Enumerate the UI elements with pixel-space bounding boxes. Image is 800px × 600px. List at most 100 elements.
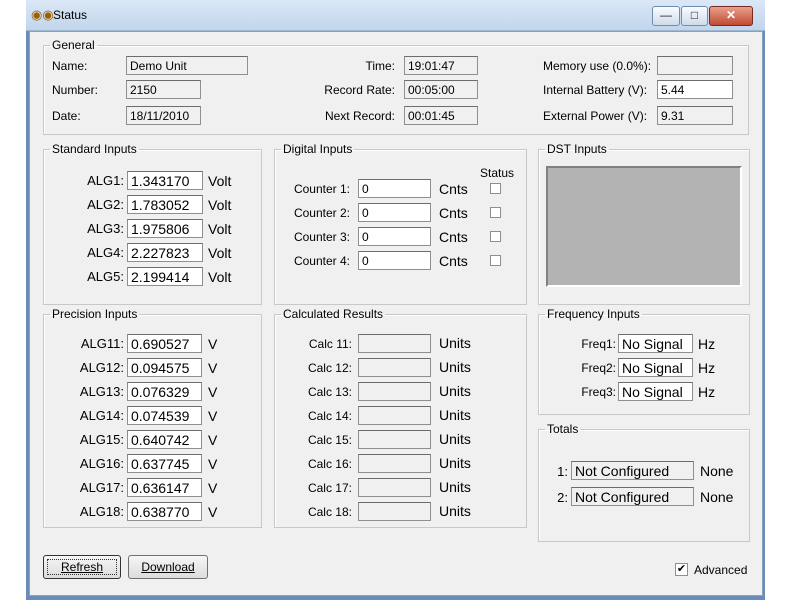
precision-input-unit: V [208, 432, 218, 448]
precision-input-value: 0.636147 [127, 478, 202, 497]
precision-input-label: ALG11: [80, 336, 124, 351]
number-field: 2150 [126, 80, 201, 99]
calc-value [358, 430, 431, 449]
precision-input-value: 0.074539 [127, 406, 202, 425]
precision-input-label: ALG17: [79, 480, 124, 495]
precision-input-unit: V [208, 384, 218, 400]
record-rate-label: Record Rate: [324, 83, 395, 97]
next-record-label: Next Record: [324, 109, 395, 123]
calc-label: Calc 16: [307, 457, 352, 471]
precision-input-value: 0.094575 [127, 358, 202, 377]
counter-unit: Cnts [439, 205, 468, 221]
calc-value [358, 382, 431, 401]
counter-status-checkbox[interactable] [490, 207, 501, 218]
counter-label: Counter 3: [293, 230, 350, 244]
standard-input-value: 2.199414 [127, 267, 203, 286]
precision-inputs-legend: Precision Inputs [52, 307, 138, 321]
standard-input-value: 2.227823 [127, 243, 203, 262]
frequency-value: No Signal [618, 382, 693, 401]
frequency-label: Freq3: [581, 385, 616, 399]
standard-input-label: ALG5: [87, 269, 124, 284]
standard-input-unit: Volt [208, 245, 232, 261]
calc-value [358, 502, 431, 521]
time-field: 19:01:47 [404, 56, 478, 75]
time-label: Time: [365, 59, 395, 73]
precision-input-value: 0.076329 [127, 382, 202, 401]
frequency-value: No Signal [618, 334, 693, 353]
total-value: Not Configured [571, 487, 694, 506]
precision-input-unit: V [208, 456, 218, 472]
precision-input-label: ALG18: [79, 504, 124, 519]
counter-label: Counter 1: [293, 182, 350, 196]
counter-status-checkbox[interactable] [490, 183, 501, 194]
standard-input-label: ALG3: [87, 221, 124, 236]
minimize-button[interactable]: — [652, 6, 680, 26]
status-window: ◉◉ Status — □ ✕ General Name: Demo Unit … [26, 0, 765, 600]
status-header: Status [480, 166, 515, 180]
counter-unit: Cnts [439, 253, 468, 269]
download-button-label: Download [141, 560, 195, 574]
standard-input-label: ALG2: [87, 197, 124, 212]
maximize-button[interactable]: □ [681, 6, 708, 26]
counter-label: Counter 4: [293, 254, 350, 268]
calc-value [358, 358, 431, 377]
calc-unit: Units [439, 479, 471, 495]
advanced-checkbox[interactable]: ✔ [675, 563, 688, 576]
calc-unit: Units [439, 455, 471, 471]
record-rate-field: 00:05:00 [404, 80, 478, 99]
date-field: 18/11/2010 [126, 106, 201, 125]
counter-value: 0 [358, 203, 431, 222]
refresh-button[interactable]: Refresh [43, 555, 121, 579]
internal-battery-label: Internal Battery (V): [543, 83, 648, 97]
frequency-unit: Hz [698, 336, 716, 352]
calc-label: Calc 14: [307, 409, 352, 423]
calc-value [358, 454, 431, 473]
focus-rect [47, 559, 117, 575]
total-unit: None [700, 463, 734, 479]
standard-input-label: ALG1: [87, 173, 124, 188]
external-power-label: External Power (V): [543, 109, 648, 123]
total-value: Not Configured [571, 461, 694, 480]
total-label: 2: [557, 490, 568, 505]
memory-use-label: Memory use (0.0%): [543, 59, 652, 73]
calc-value [358, 406, 431, 425]
calc-label: Calc 15: [307, 433, 352, 447]
standard-input-value: 1.783052 [127, 195, 203, 214]
precision-input-value: 0.640742 [127, 430, 202, 449]
status-panel: General Name: Demo Unit Number: 2150 Dat… [29, 31, 763, 596]
frequency-inputs-legend: Frequency Inputs [547, 307, 640, 321]
standard-input-value: 1.343170 [127, 171, 203, 190]
calc-label: Calc 12: [307, 361, 352, 375]
standard-input-unit: Volt [208, 197, 232, 213]
precision-input-unit: V [208, 480, 218, 496]
glasses-icon: ◉◉ [31, 7, 54, 22]
counter-status-checkbox[interactable] [490, 231, 501, 242]
standard-input-unit: Volt [208, 269, 232, 285]
counter-label: Counter 2: [293, 206, 350, 220]
dst-inputs-legend: DST Inputs [547, 142, 607, 156]
counter-unit: Cnts [439, 229, 468, 245]
general-legend: General [52, 38, 95, 52]
precision-input-value: 0.690527 [127, 334, 202, 353]
name-field: Demo Unit [126, 56, 248, 75]
precision-input-unit: V [208, 408, 218, 424]
standard-input-label: ALG4: [87, 245, 124, 260]
frequency-value: No Signal [618, 358, 693, 377]
calc-label: Calc 17: [307, 481, 352, 495]
frequency-label: Freq2: [581, 361, 616, 375]
precision-input-unit: V [208, 360, 218, 376]
memory-use-field [657, 56, 733, 75]
calc-unit: Units [439, 407, 471, 423]
counter-status-checkbox[interactable] [490, 255, 501, 266]
precision-input-unit: V [208, 336, 218, 352]
precision-input-unit: V [208, 504, 218, 520]
calc-label: Calc 18: [307, 505, 352, 519]
download-button[interactable]: Download [128, 555, 208, 579]
close-button[interactable]: ✕ [709, 6, 753, 26]
counter-value: 0 [358, 251, 431, 270]
advanced-label[interactable]: Advanced [694, 563, 747, 577]
dst-display [546, 166, 742, 287]
standard-input-unit: Volt [208, 221, 232, 237]
calculated-results-legend: Calculated Results [283, 307, 384, 321]
calc-unit: Units [439, 431, 471, 447]
